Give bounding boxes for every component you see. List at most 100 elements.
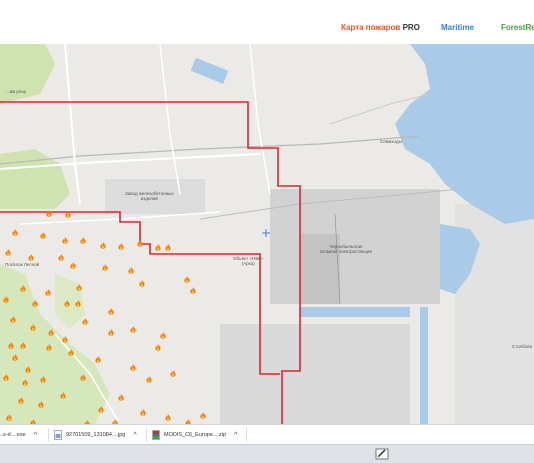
download-item-label: 92701509_131084....jpg (66, 432, 126, 438)
fire-icon[interactable] (140, 409, 146, 416)
download-item-jpg[interactable]: 92701509_131084....jpg ^ (54, 428, 137, 442)
fire-icon[interactable] (155, 344, 161, 351)
download-item-label: MODIS_C6_Europe....zip (164, 432, 227, 438)
map-label-semikhody: Семиходы (380, 139, 402, 144)
fire-icon[interactable] (20, 342, 26, 349)
fire-icon[interactable] (130, 364, 136, 371)
fire-icon[interactable] (160, 332, 166, 339)
fire-icon[interactable] (95, 356, 101, 363)
map-label-npp: Чернобыльская атомная электростанция (320, 244, 372, 254)
fire-icon[interactable] (38, 401, 44, 408)
tab-maritime[interactable]: Maritime (441, 23, 474, 32)
fire-icon[interactable] (3, 296, 9, 303)
fire-icon[interactable] (128, 267, 134, 274)
fire-icon[interactable] (62, 237, 68, 244)
fire-icon[interactable] (139, 280, 145, 287)
fire-icon[interactable] (146, 376, 152, 383)
fire-icon[interactable] (48, 329, 54, 336)
road (64, 44, 81, 205)
cooling-channel (300, 307, 410, 317)
fire-icon[interactable] (65, 211, 71, 218)
cooling-channel (420, 307, 428, 424)
fire-icon[interactable] (108, 329, 114, 336)
fire-icon[interactable] (108, 308, 114, 315)
water-pond (190, 57, 229, 84)
fire-icon[interactable] (80, 374, 86, 381)
fire-icon[interactable] (40, 376, 46, 383)
crosshair-marker (262, 229, 270, 237)
fire-icon[interactable] (10, 316, 16, 323)
download-item-exe[interactable]: ..s-d....exe ^ (0, 428, 37, 442)
chevron-up-icon[interactable]: ^ (234, 432, 237, 439)
divider (48, 428, 49, 442)
fire-icon[interactable] (130, 326, 136, 333)
tab-fire-map-label: Карта пожаров (341, 23, 401, 32)
road (249, 44, 271, 195)
fire-icon[interactable] (80, 237, 86, 244)
fire-icon[interactable] (25, 366, 31, 373)
download-item-zip[interactable]: MODIS_C6_Europe....zip ^ (152, 428, 237, 442)
fire-icon[interactable] (165, 244, 171, 251)
fire-icon[interactable] (46, 344, 52, 351)
editor-app-icon[interactable] (375, 447, 389, 461)
fire-icon[interactable] (30, 324, 36, 331)
divider (246, 428, 247, 442)
fire-icon[interactable] (165, 414, 171, 421)
fire-icon[interactable] (184, 276, 190, 283)
fire-icon[interactable] (137, 240, 143, 247)
taskbar (0, 444, 534, 463)
fire-icon[interactable] (62, 336, 68, 343)
fire-icon[interactable] (12, 229, 18, 236)
fire-icon[interactable] (100, 242, 106, 249)
fire-icon[interactable] (5, 249, 11, 256)
fire-icon[interactable] (98, 406, 104, 413)
fire-icon[interactable] (40, 232, 46, 239)
fire-icon[interactable] (3, 374, 9, 381)
fire-icon[interactable] (190, 287, 196, 294)
top-navigation-bar: Карта пожаров PRO Maritime ForestRep (0, 0, 534, 45)
fire-icon[interactable] (118, 394, 124, 401)
map-label-object: Объект «НБК» (Арка) (233, 256, 264, 266)
map-label-topleft: …ам рону (5, 89, 27, 94)
fire-icon[interactable] (20, 285, 26, 292)
fire-icon[interactable] (82, 318, 88, 325)
fire-icon[interactable] (45, 289, 51, 296)
fire-icon[interactable] (22, 379, 28, 386)
fire-icon[interactable] (170, 370, 176, 377)
fire-icon[interactable] (8, 342, 14, 349)
map-label-village: Посёлок Лесной (5, 262, 40, 267)
railway (0, 135, 421, 165)
map-view[interactable]: …ам рону Завод железобетонных изделий Се… (0, 44, 534, 424)
fire-icon[interactable] (68, 349, 74, 356)
fire-icon[interactable] (32, 300, 38, 307)
tab-pro-label: PRO (402, 23, 420, 32)
downloads-bar: ..s-d....exe ^ 92701509_131084....jpg ^ … (0, 424, 534, 445)
fire-icon[interactable] (60, 392, 66, 399)
fire-icon[interactable] (64, 300, 70, 307)
fire-icon[interactable] (28, 254, 34, 261)
fire-icon[interactable] (102, 264, 108, 271)
fire-icon[interactable] (58, 254, 64, 261)
map-label-stolbovo: Столбово (512, 344, 533, 349)
fire-icon[interactable] (70, 262, 76, 269)
fire-icon[interactable] (155, 244, 161, 251)
fire-icon[interactable] (6, 414, 12, 421)
chevron-up-icon[interactable]: ^ (34, 432, 37, 439)
fire-icon[interactable] (12, 354, 18, 361)
map-label-factory: Завод железобетонных изделий (125, 191, 174, 201)
forest-area (0, 44, 55, 104)
tab-forest-report[interactable]: ForestRep (501, 23, 534, 32)
fire-icon[interactable] (200, 412, 206, 419)
industrial-zone (220, 324, 410, 424)
fire-icon[interactable] (75, 300, 81, 307)
chevron-up-icon[interactable]: ^ (133, 432, 136, 439)
map-canvas (0, 44, 534, 424)
zip-file-icon (152, 430, 160, 440)
fire-icon[interactable] (76, 284, 82, 291)
fire-icon[interactable] (18, 397, 24, 404)
divider (146, 428, 147, 442)
road (159, 44, 181, 195)
fire-icon[interactable] (118, 243, 124, 250)
tab-fire-map-pro[interactable]: Карта пожаров PRO (341, 23, 420, 32)
fire-icon[interactable] (46, 210, 52, 217)
